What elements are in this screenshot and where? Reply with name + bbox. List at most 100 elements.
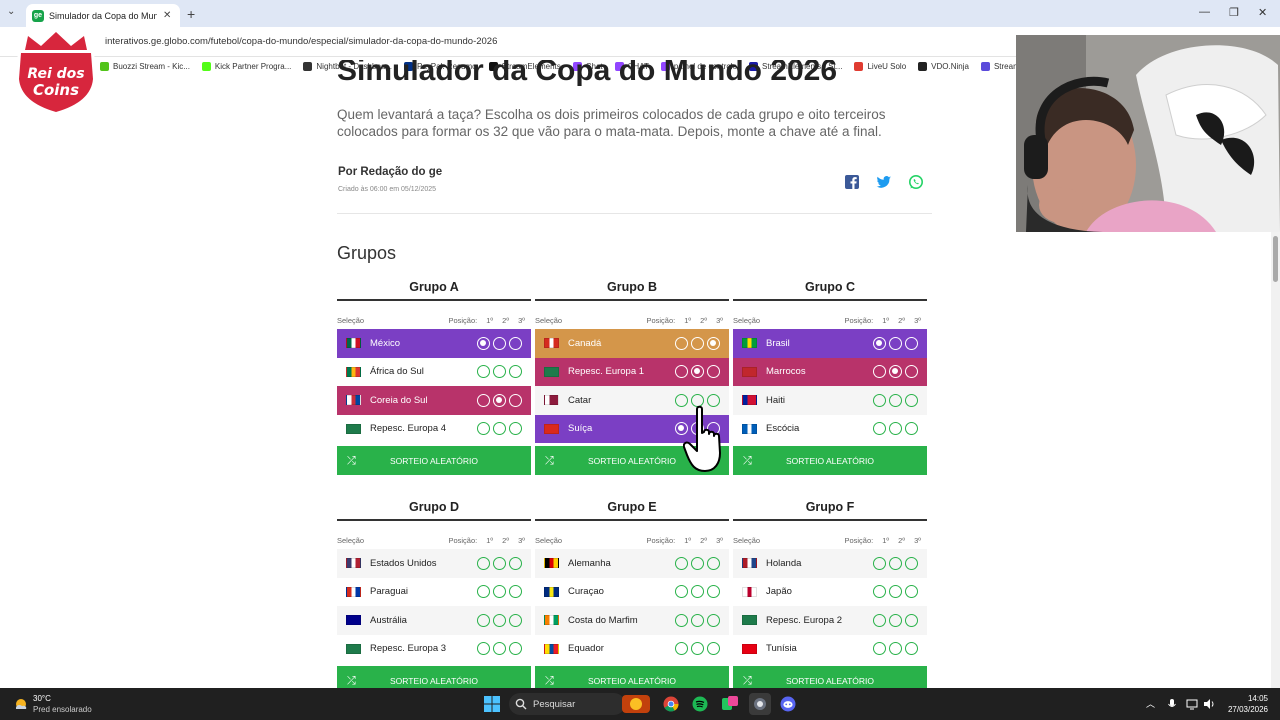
obs-icon[interactable] xyxy=(749,693,771,715)
position-3-radio[interactable] xyxy=(905,393,918,407)
whatsapp-share-icon[interactable] xyxy=(908,174,924,190)
position-2-radio[interactable] xyxy=(889,556,902,570)
position-1-radio[interactable] xyxy=(873,393,886,407)
position-1-radio[interactable] xyxy=(477,422,490,436)
team-row[interactable]: Repesc. Europa 3 xyxy=(337,634,531,663)
minimize-icon[interactable]: — xyxy=(1199,6,1210,18)
position-3-radio[interactable] xyxy=(905,336,918,350)
weather-sun-icon[interactable] xyxy=(12,695,30,713)
microphone-icon[interactable] xyxy=(1166,698,1178,710)
random-draw-button[interactable]: ⤮ SORTEIO ALEATÓRIO xyxy=(337,446,531,475)
team-row[interactable]: Austrália xyxy=(337,606,531,635)
team-row[interactable]: Costa do Marfim xyxy=(535,606,729,635)
position-1-radio[interactable] xyxy=(873,613,886,627)
position-2-radio[interactable] xyxy=(691,585,704,599)
team-row[interactable]: Holanda xyxy=(733,549,927,578)
position-1-radio[interactable] xyxy=(477,393,490,407)
team-row[interactable]: Repesc. Europa 2 xyxy=(733,606,927,635)
position-2-radio[interactable] xyxy=(889,613,902,627)
position-3-radio[interactable] xyxy=(707,336,720,350)
facebook-share-icon[interactable] xyxy=(844,174,860,190)
team-row[interactable]: Coreia do Sul xyxy=(337,386,531,415)
team-row[interactable]: Tunísia xyxy=(733,634,927,663)
position-1-radio[interactable] xyxy=(477,336,490,350)
position-3-radio[interactable] xyxy=(509,336,522,350)
position-1-radio[interactable] xyxy=(873,556,886,570)
position-1-radio[interactable] xyxy=(477,613,490,627)
position-3-radio[interactable] xyxy=(905,365,918,379)
position-2-radio[interactable] xyxy=(493,556,506,570)
position-3-radio[interactable] xyxy=(707,585,720,599)
position-3-radio[interactable] xyxy=(707,556,720,570)
position-2-radio[interactable] xyxy=(493,336,506,350)
team-row[interactable]: Repesc. Europa 4 xyxy=(337,414,531,443)
position-1-radio[interactable] xyxy=(675,365,688,379)
random-draw-button[interactable]: ⤮ SORTEIO ALEATÓRIO xyxy=(733,446,927,475)
team-row[interactable]: Equador xyxy=(535,634,729,663)
bookmark-item[interactable]: Buozzi Stream - Kic... xyxy=(100,61,190,71)
spotify-icon[interactable] xyxy=(692,696,708,712)
position-1-radio[interactable] xyxy=(675,336,688,350)
twitter-share-icon[interactable] xyxy=(876,174,892,190)
team-row[interactable]: Japão xyxy=(733,577,927,606)
position-2-radio[interactable] xyxy=(691,642,704,656)
team-row[interactable]: Brasil xyxy=(733,329,927,358)
scrollbar-thumb[interactable] xyxy=(1273,236,1278,282)
position-1-radio[interactable] xyxy=(675,556,688,570)
position-2-radio[interactable] xyxy=(691,365,704,379)
position-2-radio[interactable] xyxy=(493,613,506,627)
position-1-radio[interactable] xyxy=(477,642,490,656)
position-2-radio[interactable] xyxy=(691,556,704,570)
team-row[interactable]: África do Sul xyxy=(337,357,531,386)
position-3-radio[interactable] xyxy=(707,365,720,379)
position-3-radio[interactable] xyxy=(905,642,918,656)
position-3-radio[interactable] xyxy=(509,422,522,436)
restore-icon[interactable]: ❐ xyxy=(1229,6,1239,19)
position-1-radio[interactable] xyxy=(873,585,886,599)
position-3-radio[interactable] xyxy=(509,365,522,379)
tab-search-icon[interactable]: ⌄ xyxy=(7,6,15,17)
windows-start-icon[interactable] xyxy=(484,696,500,712)
scrollbar-track[interactable] xyxy=(1271,232,1280,688)
position-1-radio[interactable] xyxy=(675,613,688,627)
position-1-radio[interactable] xyxy=(675,642,688,656)
position-2-radio[interactable] xyxy=(493,422,506,436)
position-2-radio[interactable] xyxy=(889,393,902,407)
position-2-radio[interactable] xyxy=(889,585,902,599)
team-row[interactable]: Marrocos xyxy=(733,357,927,386)
bookmark-item[interactable]: Kick Partner Progra... xyxy=(201,61,291,71)
chrome-icon[interactable] xyxy=(663,696,679,712)
team-row[interactable]: Repesc. Europa 1 xyxy=(535,357,729,386)
position-3-radio[interactable] xyxy=(905,422,918,436)
position-2-radio[interactable] xyxy=(889,642,902,656)
team-row[interactable]: México xyxy=(337,329,531,358)
position-3-radio[interactable] xyxy=(509,642,522,656)
position-2-radio[interactable] xyxy=(889,365,902,379)
team-row[interactable]: Haiti xyxy=(733,386,927,415)
tray-chevron-icon[interactable]: ︿ xyxy=(1146,697,1155,710)
url-field[interactable]: interativos.ge.globo.com/futebol/copa-do… xyxy=(100,32,740,52)
team-row[interactable]: Paraguai xyxy=(337,577,531,606)
position-3-radio[interactable] xyxy=(509,613,522,627)
search-highlight-icon[interactable] xyxy=(622,693,650,715)
position-2-radio[interactable] xyxy=(889,336,902,350)
position-3-radio[interactable] xyxy=(905,613,918,627)
window-close-icon[interactable]: ✕ xyxy=(1258,6,1267,19)
position-3-radio[interactable] xyxy=(905,585,918,599)
team-row[interactable]: Canadá xyxy=(535,329,729,358)
network-icon[interactable] xyxy=(1186,698,1198,710)
team-row[interactable]: Alemanha xyxy=(535,549,729,578)
position-3-radio[interactable] xyxy=(509,585,522,599)
position-1-radio[interactable] xyxy=(873,422,886,436)
position-2-radio[interactable] xyxy=(889,422,902,436)
position-1-radio[interactable] xyxy=(873,642,886,656)
position-2-radio[interactable] xyxy=(493,642,506,656)
position-1-radio[interactable] xyxy=(873,365,886,379)
position-3-radio[interactable] xyxy=(707,613,720,627)
team-row[interactable]: Curaçao xyxy=(535,577,729,606)
position-3-radio[interactable] xyxy=(707,642,720,656)
app-grid-icon[interactable] xyxy=(721,695,739,713)
position-2-radio[interactable] xyxy=(691,613,704,627)
position-2-radio[interactable] xyxy=(493,365,506,379)
team-row[interactable]: Escócia xyxy=(733,414,927,443)
